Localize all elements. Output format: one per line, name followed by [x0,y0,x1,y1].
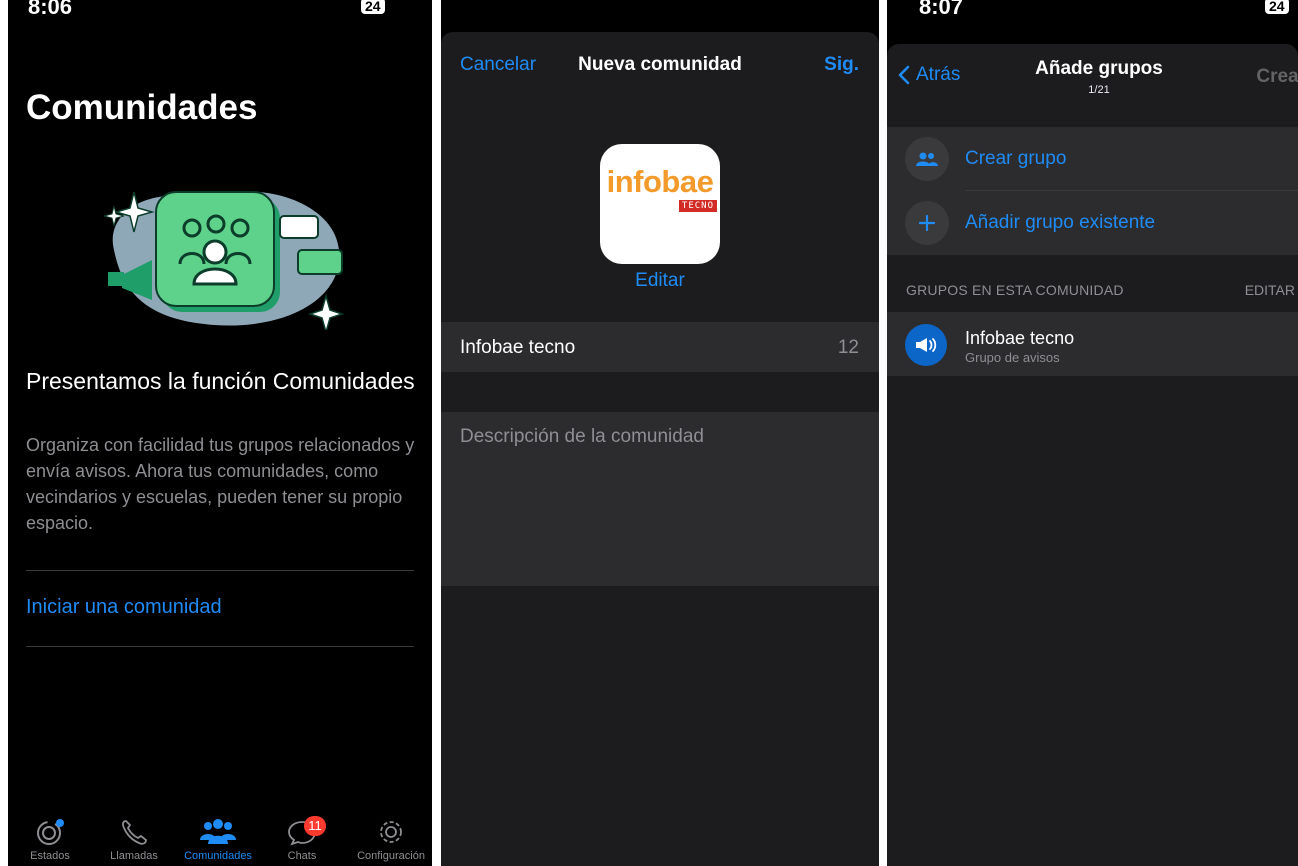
community-name-field[interactable]: Infobae tecno 12 [441,322,879,372]
tab-configuracion[interactable]: Configuración [344,818,432,862]
battery-level: 24 [361,0,385,14]
add-groups-screen: 8:07 24 Atrás Añade grupos 1/21 Crear Cr… [887,0,1298,866]
status-time: 8:07 [919,0,964,19]
phone-icon [122,820,147,845]
feature-heading: Presentamos la función Comunidades [26,368,415,394]
community-description-field[interactable]: Descripción de la comunidad [441,412,879,586]
feature-description: Organiza con facilidad tus grupos relaci… [26,435,415,533]
next-button[interactable]: Sig. [824,54,859,76]
create-group-label: Crear grupo [965,148,1067,169]
logo-tag: TECNO [678,200,717,212]
plus-icon [905,201,949,245]
start-community-link[interactable]: Iniciar una comunidad [26,596,222,619]
unread-badge: 11 [304,816,326,836]
community-photo[interactable]: infobae TECNO [600,144,720,264]
tab-estados[interactable]: Estados [8,818,92,862]
sheet-background [441,586,879,866]
character-counter: 12 [837,337,859,358]
new-community-screen: Cancelar Nueva comunidad Sig. infobae TE… [441,0,879,866]
description-placeholder: Descripción de la comunidad [460,426,704,447]
community-name-value: Infobae tecno [460,337,576,358]
divider [26,570,414,571]
status-time: 8:06 [28,0,73,19]
tab-label: Comunidades [184,850,252,862]
logo-wordmark: infobae [606,164,714,199]
people-icon [905,137,949,181]
group-type: Grupo de avisos [965,350,1060,365]
communities-icon [200,819,236,844]
section-header: GRUPOS EN ESTA COMUNIDAD [906,282,1124,298]
groups-count: 1/21 [1088,84,1110,96]
tab-label: Configuración [357,850,425,862]
edit-photo-button[interactable]: Editar [441,270,879,292]
section-edit-button[interactable]: EDITAR [1245,282,1295,298]
tab-label: Estados [30,850,70,862]
add-groups-sheet: Atrás Añade grupos 1/21 Crear Crear grup… [887,44,1298,866]
sheet-title: Nueva comunidad [578,54,742,75]
battery-level: 24 [1265,0,1289,14]
communities-intro-screen: 8:06 24 Comunidades Presentamos la funci… [8,0,432,866]
page-title: Comunidades [26,88,258,127]
add-existing-group-label: Añadir grupo existente [965,212,1156,233]
divider [26,646,414,647]
communities-illustration [103,191,345,330]
tab-llamadas[interactable]: Llamadas [92,818,176,862]
create-button[interactable]: Crear [1256,66,1298,88]
group-name: Infobae tecno [965,328,1075,348]
gear-icon [380,821,402,843]
create-group-row[interactable]: Crear grupo [887,127,1298,190]
tab-label: Chats [287,850,317,862]
megaphone-icon [905,324,947,366]
tab-comunidades[interactable]: Comunidades [176,818,260,862]
tab-bar: Estados Llamadas Comunidades 11 Chats Co… [8,806,432,866]
announcement-group-row[interactable]: Infobae tecno Grupo de avisos [887,312,1298,376]
status-icon [37,819,64,845]
new-community-sheet: Cancelar Nueva comunidad Sig. infobae TE… [441,32,879,866]
sheet-title: Añade grupos [1035,58,1163,79]
group-actions: Crear grupo Añadir grupo existente [887,127,1298,255]
tab-chats[interactable]: 11 Chats [260,816,344,862]
add-existing-group-row[interactable]: Añadir grupo existente [887,191,1298,255]
tab-label: Llamadas [110,850,158,862]
